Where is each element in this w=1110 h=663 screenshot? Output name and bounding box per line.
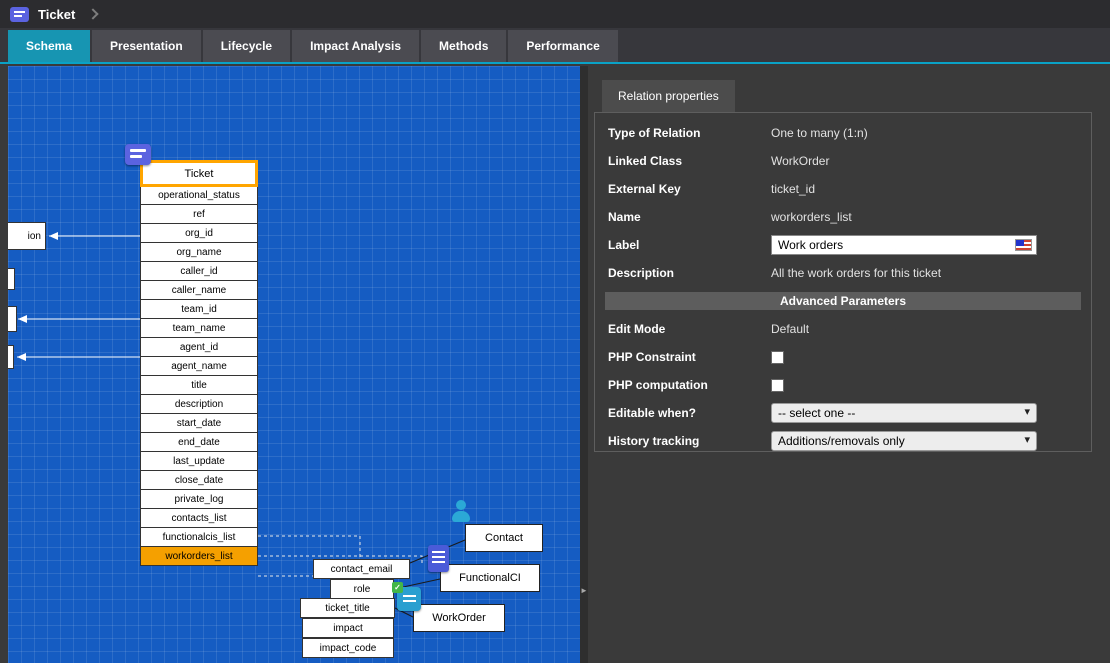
field-box[interactable]: description: [140, 394, 258, 414]
field-box[interactable]: start_date: [140, 413, 258, 433]
language-flag-icon: [1015, 239, 1032, 251]
php-constraint-checkbox[interactable]: [771, 351, 784, 364]
field-box[interactable]: caller_id: [140, 261, 258, 281]
relation-properties-tab: Relation properties: [602, 80, 735, 112]
class-box-functionalci[interactable]: FunctionalCI: [440, 564, 540, 592]
property-row-php-computation: PHP computation: [595, 371, 1091, 399]
tab-presentation[interactable]: Presentation: [92, 30, 201, 62]
ticket-class-icon: [125, 144, 151, 165]
property-row-php-constraint: PHP Constraint: [595, 343, 1091, 371]
class-box-contact[interactable]: Contact: [465, 524, 543, 552]
field-box[interactable]: end_date: [140, 432, 258, 452]
field-box[interactable]: private_log: [140, 489, 258, 509]
property-row-external-key: External Key ticket_id: [595, 175, 1091, 203]
field-box[interactable]: caller_name: [140, 280, 258, 300]
workorder-checklist-icon: ✓: [397, 587, 421, 611]
property-row-edit-mode: Edit Mode Default: [595, 315, 1091, 343]
property-row-name: Name workorders_list: [595, 203, 1091, 231]
property-value: workorders_list: [771, 210, 852, 224]
property-value: Default: [771, 322, 809, 336]
field-box[interactable]: last_update: [140, 451, 258, 471]
ticket-field-list: operational_status ref org_id org_name c…: [140, 186, 258, 566]
property-label: Edit Mode: [608, 322, 771, 336]
field-box[interactable]: ref: [140, 204, 258, 224]
label-input[interactable]: [771, 235, 1037, 255]
breadcrumb-chevron-icon: [88, 8, 99, 19]
stub-class[interactable]: [8, 345, 14, 369]
field-box-role[interactable]: role: [330, 579, 394, 599]
field-box-impact[interactable]: impact: [302, 618, 394, 638]
property-row-type-of-relation: Type of Relation One to many (1:n): [595, 119, 1091, 147]
property-row-editable-when: Editable when? -- select one -- ▾: [595, 399, 1091, 427]
field-box[interactable]: functionalcis_list: [140, 527, 258, 547]
properties-pane: Relation properties Type of Relation One…: [588, 66, 1110, 663]
field-box-workorders-list[interactable]: workorders_list: [140, 546, 258, 566]
property-label: History tracking: [608, 434, 771, 448]
php-computation-checkbox[interactable]: [771, 379, 784, 392]
field-box-contact-email[interactable]: contact_email: [313, 559, 410, 579]
editable-when-select[interactable]: -- select one --: [771, 403, 1037, 423]
stub-class[interactable]: [8, 268, 15, 290]
class-box-workorder[interactable]: WorkOrder: [413, 604, 505, 632]
field-box[interactable]: contacts_list: [140, 508, 258, 528]
tab-lifecycle[interactable]: Lifecycle: [203, 30, 290, 62]
property-label: External Key: [608, 182, 771, 196]
property-value: All the work orders for this ticket: [771, 266, 941, 280]
tab-methods[interactable]: Methods: [421, 30, 506, 62]
field-box[interactable]: team_id: [140, 299, 258, 319]
property-label: PHP Constraint: [608, 350, 771, 364]
tab-schema[interactable]: Schema: [8, 30, 90, 62]
property-label: Label: [608, 238, 771, 252]
property-label: Linked Class: [608, 154, 771, 168]
property-row-label: Label: [595, 231, 1091, 259]
property-value: One to many (1:n): [771, 126, 868, 140]
panel-splitter[interactable]: ►: [580, 66, 588, 663]
functionalci-icon: [428, 545, 449, 572]
property-label: PHP computation: [608, 378, 771, 392]
tab-impact-analysis[interactable]: Impact Analysis: [292, 30, 419, 62]
field-box[interactable]: agent_name: [140, 356, 258, 376]
field-box[interactable]: operational_status: [140, 185, 258, 205]
property-row-history-tracking: History tracking Additions/removals only…: [595, 427, 1091, 455]
tab-performance[interactable]: Performance: [508, 30, 617, 62]
class-box-ticket[interactable]: Ticket: [140, 160, 258, 187]
field-box[interactable]: title: [140, 375, 258, 395]
property-row-linked-class: Linked Class WorkOrder: [595, 147, 1091, 175]
relation-properties-panel: Type of Relation One to many (1:n) Linke…: [594, 112, 1092, 452]
title-bar: Ticket: [0, 0, 1110, 28]
field-box[interactable]: agent_id: [140, 337, 258, 357]
tab-accent-line: [0, 62, 1110, 64]
ticket-class-icon: [10, 7, 29, 22]
property-row-description: Description All the work orders for this…: [595, 259, 1091, 287]
property-label: Description: [608, 266, 771, 280]
collapse-arrow-icon: ►: [580, 586, 588, 596]
field-box-ticket-title[interactable]: ticket_title: [300, 598, 395, 618]
property-value: ticket_id: [771, 182, 815, 196]
field-box[interactable]: team_name: [140, 318, 258, 338]
field-box[interactable]: close_date: [140, 470, 258, 490]
advanced-parameters-header[interactable]: Advanced Parameters: [605, 292, 1081, 310]
property-label: Editable when?: [608, 406, 771, 420]
field-box[interactable]: org_name: [140, 242, 258, 262]
stub-class-organization[interactable]: ion: [8, 222, 46, 250]
schema-canvas[interactable]: ion Ticket operational_status ref org_id…: [8, 66, 580, 663]
check-icon: ✓: [392, 582, 403, 593]
property-label: Type of Relation: [608, 126, 771, 140]
contact-person-icon: [449, 500, 473, 524]
history-tracking-select[interactable]: Additions/removals only: [771, 431, 1037, 451]
property-value: WorkOrder: [771, 154, 829, 168]
tab-bar: Schema Presentation Lifecycle Impact Ana…: [0, 28, 1110, 62]
field-box-impact-code[interactable]: impact_code: [302, 638, 394, 658]
property-label: Name: [608, 210, 771, 224]
page-title: Ticket: [38, 7, 75, 22]
field-box[interactable]: org_id: [140, 223, 258, 243]
stub-class[interactable]: [8, 306, 17, 332]
